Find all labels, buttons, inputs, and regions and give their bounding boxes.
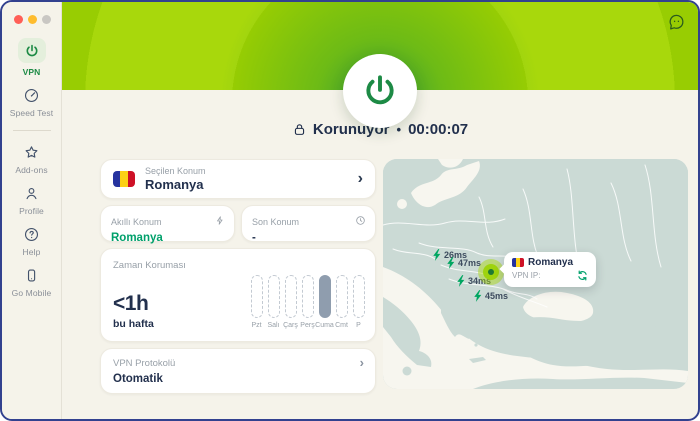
sidebar-item-vpn[interactable]: VPN [18, 38, 46, 77]
content-area: Seçilen Konum Romanya › Akıllı Konum [62, 159, 698, 419]
recent-location-card[interactable]: Son Konum - [241, 205, 376, 242]
lightning-icon [473, 290, 483, 302]
ping-latency: 45ms [485, 291, 508, 301]
feedback-smiley-icon[interactable] [665, 11, 687, 33]
protection-bar [251, 275, 263, 318]
location-shortcuts-row: Akıllı Konum Romanya Son Konum [100, 205, 376, 242]
status-separator: • [397, 122, 402, 137]
sidebar-item-label: Speed Test [10, 108, 53, 118]
close-window-button[interactable] [14, 15, 23, 24]
recent-location-label: Son Konum [252, 217, 299, 227]
vpn-protocol-label: VPN Protokolü [113, 358, 175, 369]
connect-power-button[interactable] [343, 54, 417, 128]
person-icon [23, 184, 40, 202]
location-map: 26ms 47ms 34ms 45ms [383, 159, 688, 389]
lightning-icon [456, 275, 466, 287]
ping-marker: 47ms [446, 257, 481, 269]
vpn-protocol-card[interactable]: VPN Protokolü › Otomatik [100, 348, 376, 394]
smart-location-label: Akıllı Konum [111, 217, 162, 227]
clock-icon [355, 213, 366, 231]
sidebar: VPN Speed Test Add-ons [2, 2, 62, 419]
power-icon [18, 38, 46, 63]
spark-icon [215, 213, 225, 231]
selected-location-card[interactable]: Seçilen Konum Romanya › [100, 159, 376, 199]
chevron-right-icon[interactable]: › [360, 356, 364, 369]
window-controls [2, 2, 51, 34]
speedometer-icon [23, 86, 40, 104]
tooltip-country: Romanya [528, 257, 573, 268]
protection-bar [302, 275, 314, 318]
ping-marker: 45ms [473, 290, 508, 302]
time-protected-label: Zaman Koruması [113, 260, 186, 271]
sidebar-divider [13, 130, 51, 131]
sidebar-item-profile[interactable]: Profile [19, 184, 44, 216]
sidebar-item-help[interactable]: Help [23, 225, 41, 257]
star-icon [23, 143, 40, 161]
day-label: Cmt [335, 322, 348, 329]
app-window: VPN Speed Test Add-ons [0, 0, 700, 421]
protection-bar [336, 275, 348, 318]
time-protected-value: <1h [113, 292, 148, 316]
day-label: Salı [267, 322, 279, 329]
sidebar-item-label: VPN [23, 67, 41, 77]
protection-bar [285, 275, 297, 318]
sidebar-item-go-mobile[interactable]: Go Mobile [12, 266, 52, 298]
power-icon [361, 72, 399, 110]
lock-icon [292, 122, 307, 137]
protection-bar [268, 275, 280, 318]
sidebar-item-label: Add-ons [15, 165, 47, 175]
zoom-window-button[interactable] [42, 15, 51, 24]
time-protected-sublabel: bu hafta [113, 318, 154, 330]
sidebar-item-label: Go Mobile [12, 288, 52, 298]
romania-flag-icon [113, 171, 135, 187]
main-panel: Korunuyor • 00:00:07 Seçilen Konum Roman… [62, 2, 698, 419]
weekly-protection-chart: Pzt Salı Çarş Perş Cuma Cmt P [250, 275, 365, 329]
sidebar-item-label: Profile [19, 206, 44, 216]
refresh-ip-icon[interactable] [577, 270, 588, 281]
selected-location-label: Seçilen Konum [145, 166, 206, 176]
vpn-protocol-value: Otomatik [113, 373, 163, 385]
day-label: P [356, 322, 361, 329]
session-timer: 00:00:07 [408, 121, 468, 138]
tooltip-ip-label: VPN IP: [512, 271, 540, 280]
recent-location-value: - [252, 232, 365, 244]
sidebar-item-speed-test[interactable]: Speed Test [10, 86, 53, 118]
protection-bar [353, 275, 365, 318]
lightning-icon [432, 249, 442, 261]
protection-bar [319, 275, 331, 318]
help-icon [23, 225, 40, 243]
current-location-marker [478, 259, 504, 285]
romania-flag-icon [512, 258, 524, 267]
sidebar-item-add-ons[interactable]: Add-ons [15, 143, 47, 175]
smart-location-value: Romanya [111, 232, 224, 244]
lightning-icon [446, 257, 456, 269]
day-label: Perş [300, 322, 314, 329]
phone-icon [23, 266, 40, 284]
sidebar-item-label: Help [23, 247, 41, 257]
server-tooltip[interactable]: Romanya VPN IP: [504, 252, 596, 287]
day-label: Cuma [315, 322, 334, 329]
left-column: Seçilen Konum Romanya › Akıllı Konum [100, 159, 376, 394]
day-label: Çarş [283, 322, 298, 329]
selected-location-value: Romanya [145, 177, 206, 192]
time-protected-card: Zaman Koruması <1h bu hafta Pzt Salı Çar… [100, 248, 376, 342]
chevron-right-icon[interactable]: › [358, 171, 363, 187]
smart-location-card[interactable]: Akıllı Konum Romanya [100, 205, 235, 242]
day-label: Pzt [251, 322, 261, 329]
minimize-window-button[interactable] [28, 15, 37, 24]
